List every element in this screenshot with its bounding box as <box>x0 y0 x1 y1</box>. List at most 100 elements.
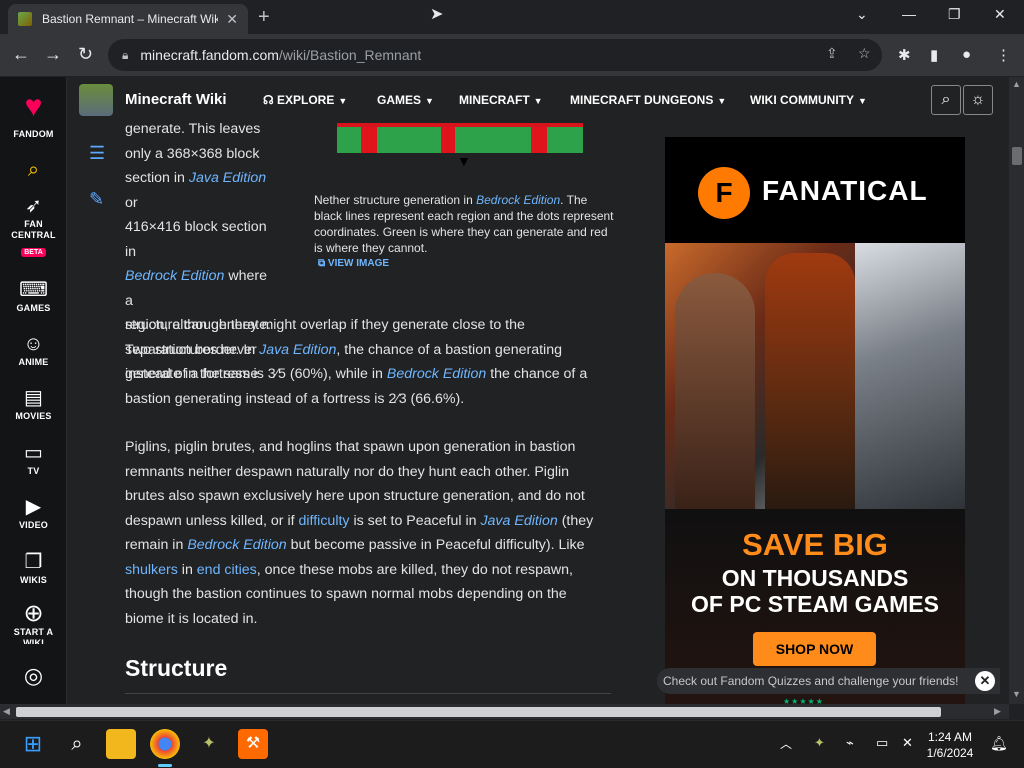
bedrock-edition-link[interactable]: Bedrock Edition <box>125 268 224 284</box>
notification-bell-icon[interactable]: 🔔︎ <box>990 735 1008 752</box>
nav-games[interactable]: GAMES ▼ <box>377 93 434 107</box>
fan-central-button[interactable]: ➶ FAN CENTRAL BETA <box>0 193 67 259</box>
quiz-toast[interactable]: Check out Fandom Quizzes and challenge y… <box>657 668 1000 694</box>
video-button[interactable]: ▶ VIDEO <box>0 494 67 531</box>
tab-close-icon[interactable]: ✕ <box>226 11 238 28</box>
nav-wiki-community[interactable]: WIKI COMMUNITY ▼ <box>750 93 867 107</box>
file-explorer-icon[interactable] <box>106 729 136 759</box>
horizontal-scrollbar[interactable]: ◀ ▶ <box>0 704 1009 719</box>
chevron-down-icon: ▼ <box>338 96 348 106</box>
tool-app-icon[interactable]: ⚒ <box>238 729 268 759</box>
quiz-close-button[interactable]: ✕ <box>975 671 995 691</box>
vertical-scroll-thumb[interactable] <box>1012 147 1022 165</box>
search-button[interactable]: ⌕ <box>0 157 67 183</box>
menu-dots-icon[interactable]: ⋮ <box>996 46 1011 64</box>
search-icon: ⌕ <box>941 91 951 108</box>
fandom-label: FANDOM <box>13 129 54 139</box>
new-tab-button[interactable]: + <box>258 6 270 29</box>
profile-icon[interactable]: ● <box>962 46 971 63</box>
explore-icon: ☊ <box>263 93 277 107</box>
scroll-down-icon[interactable]: ▼ <box>1012 689 1021 699</box>
restore-button[interactable]: ❐ <box>948 6 961 23</box>
ad-line-thousands: ON THOUSANDS <box>721 565 909 591</box>
article-content: ☰ ✎ ▼ generate. This leaves only a 368×3… <box>67 123 1013 704</box>
horizontal-scroll-thumb[interactable] <box>16 707 941 717</box>
fraction-three-fifths: 3⁄5 <box>267 366 286 382</box>
tab-search-button[interactable]: ⌄ <box>856 6 868 23</box>
bedrock-edition-link[interactable]: Bedrock Edition <box>476 193 560 207</box>
nav-minecraft[interactable]: MINECRAFT ▼ <box>459 93 543 107</box>
user-account-button[interactable]: ◎ <box>0 663 67 689</box>
view-image-link[interactable]: ⧉ VIEW IMAGE <box>318 258 389 269</box>
games-button[interactable]: ⌨ GAMES <box>0 277 67 314</box>
taskbar-search-icon[interactable]: ⌕ <box>62 729 92 759</box>
bedrock-edition-link[interactable]: Bedrock Edition <box>187 537 286 553</box>
tray-app-icon[interactable]: ✦ <box>814 735 825 751</box>
scroll-right-icon[interactable]: ▶ <box>994 706 1001 717</box>
minecraft-wiki-logo[interactable] <box>79 84 113 116</box>
reload-icon[interactable]: ↻ <box>78 44 93 65</box>
show-hidden-icons[interactable]: ︿ <box>780 735 792 752</box>
expand-icon: ⧉ <box>318 258 328 269</box>
bookmark-star-icon[interactable]: ☆ <box>858 45 871 62</box>
red-region <box>361 127 377 153</box>
tv-button[interactable]: ▭ TV <box>0 440 67 477</box>
structure-generation-figure[interactable]: ▼ <box>337 123 585 169</box>
volume-muted-icon[interactable]: ✕ <box>902 735 913 751</box>
nav-explore[interactable]: ☊ EXPLORE ▼ <box>263 93 347 107</box>
chevron-down-icon: ▼ <box>858 96 867 106</box>
edit-pencil-icon[interactable]: ✎ <box>89 189 104 210</box>
fanatical-ad[interactable]: F FANATICAL SAVE BIG ON THOUSANDS OF PC … <box>665 137 965 704</box>
shop-now-button[interactable]: SHOP NOW <box>753 632 876 666</box>
bedrock-edition-link[interactable]: Bedrock Edition <box>387 366 486 382</box>
nav-minecraft-dungeons[interactable]: MINECRAFT DUNGEONS ▼ <box>570 93 726 107</box>
start-a-wiki-button[interactable]: ⊕ START A WIKI <box>0 601 67 645</box>
side-panel-icon[interactable]: ▮ <box>930 46 938 64</box>
anime-face-icon: ☺ <box>23 333 44 355</box>
java-edition-link[interactable]: Java Edition <box>259 342 336 358</box>
tv-icon: ▭ <box>24 442 43 464</box>
windows-start-icon[interactable]: ⊞ <box>18 729 48 759</box>
close-window-button[interactable]: ✕ <box>994 6 1006 23</box>
wiki-name[interactable]: Minecraft Wiki <box>125 91 227 108</box>
figure-caption: Nether structure generation in Bedrock E… <box>314 193 614 255</box>
extensions-icon[interactable]: ✱ <box>898 46 911 64</box>
scroll-left-icon[interactable]: ◀ <box>3 706 10 717</box>
shulkers-link[interactable]: shulkers <box>125 562 178 578</box>
network-icon[interactable]: ⌁ <box>846 735 854 751</box>
mouse-cursor-icon: ➤ <box>430 6 444 23</box>
ad-line-steam: OF PC STEAM GAMES <box>691 591 939 617</box>
minimize-button[interactable]: — <box>902 6 916 22</box>
wiki-header: Minecraft Wiki ☊ EXPLORE ▼ GAMES ▼ MINECRA… <box>67 77 1013 123</box>
wiki-search-button[interactable]: ⌕ <box>931 85 961 115</box>
theme-toggle-button[interactable]: ☼ <box>963 85 993 115</box>
system-clock[interactable]: 1:24 AM 1/6/2024 <box>918 729 982 761</box>
chevron-down-icon: ▼ <box>425 96 434 106</box>
scroll-up-icon[interactable]: ▲ <box>1012 79 1021 89</box>
java-edition-link[interactable]: Java Edition <box>480 513 557 529</box>
java-edition-link[interactable]: Java Edition <box>189 170 266 186</box>
forward-icon[interactable]: → <box>44 44 62 65</box>
chrome-icon[interactable] <box>150 729 180 759</box>
movies-button[interactable]: ▤ MOVIES <box>0 385 67 422</box>
wikis-button[interactable]: ❐ WIKIS <box>0 549 67 586</box>
video-label: VIDEO <box>18 520 48 530</box>
table-of-contents-icon[interactable]: ☰ <box>89 143 105 164</box>
vertical-scrollbar[interactable]: ▲ ▼ <box>1009 77 1024 704</box>
anime-button[interactable]: ☺ ANIME <box>0 331 67 368</box>
bee-app-icon[interactable]: ✦ <box>194 729 224 759</box>
anime-label: ANIME <box>18 357 49 367</box>
end-cities-link[interactable]: end cities <box>197 562 257 578</box>
browser-tab[interactable]: Bastion Remnant – Minecraft Wiki ✕ <box>8 4 248 34</box>
share-icon[interactable]: ⇪ <box>826 45 838 62</box>
user-circle-icon: ◎ <box>23 663 44 688</box>
fandom-logo[interactable]: ♥ FANDOM <box>0 85 67 140</box>
back-icon[interactable]: ← <box>12 44 30 65</box>
display-icon[interactable]: ▭ <box>876 735 888 751</box>
ad-character-right <box>855 243 965 509</box>
wikis-label: WIKIS <box>20 575 47 585</box>
browser-toolbar: ← → ↻ 🔒︎ minecraft.fandom.com/wiki/Basti… <box>0 34 1024 76</box>
region-line-marker: ▼ <box>457 153 471 169</box>
difficulty-link[interactable]: difficulty <box>299 513 350 529</box>
address-bar[interactable]: 🔒︎ minecraft.fandom.com/wiki/Bastion_Rem… <box>108 39 882 71</box>
